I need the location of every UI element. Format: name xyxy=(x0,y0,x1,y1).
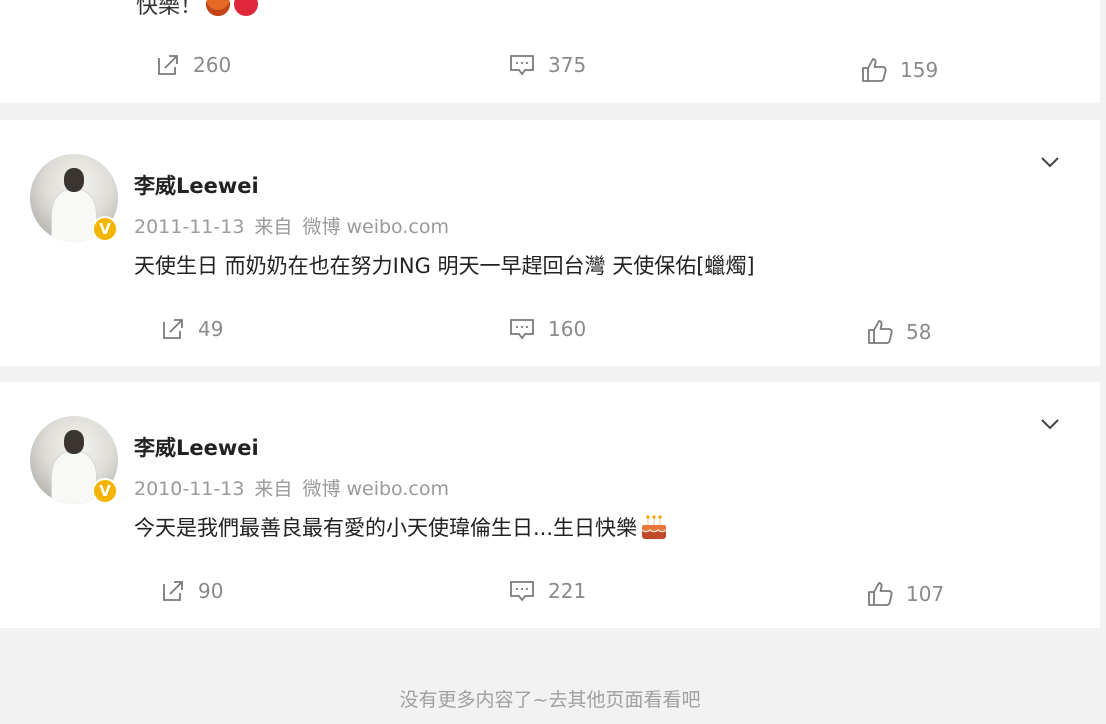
repost-icon xyxy=(158,55,178,75)
avatar-figure-head xyxy=(64,168,84,192)
avatar-figure-head xyxy=(64,430,84,454)
repost-button[interactable]: 90 xyxy=(160,578,223,604)
like-count: 107 xyxy=(906,582,945,606)
avatar-figure-body xyxy=(52,190,96,242)
repost-count: 260 xyxy=(193,53,232,77)
like-count: 58 xyxy=(906,320,932,344)
cake-emoji-icon xyxy=(641,515,667,539)
verified-badge-icon: V xyxy=(92,216,118,242)
comment-button[interactable]: 375 xyxy=(508,52,586,78)
heart-emoji-icon xyxy=(234,0,259,16)
chevron-down-icon[interactable] xyxy=(1038,412,1062,436)
like-button[interactable]: 159 xyxy=(860,56,938,84)
comment-button[interactable]: 221 xyxy=(508,578,586,604)
like-button[interactable]: 58 xyxy=(866,318,931,346)
thumbs-up-icon xyxy=(868,582,893,606)
post-text-content: 快樂！ xyxy=(136,0,203,19)
source-link[interactable]: 微博 weibo.com xyxy=(302,478,449,500)
cake-emoji-icon xyxy=(206,0,231,16)
repost-button[interactable]: 260 xyxy=(155,52,231,78)
feed-card: V 李威Leewei 2011-11-13 来自 微博 weibo.com 天使生日… xyxy=(0,120,1100,366)
post-text-content: 今天是我們最善良最有愛的小天使瑋倫生日...生日快樂 xyxy=(134,516,638,540)
repost-count: 49 xyxy=(198,317,224,341)
username-link[interactable]: 李威Leewei xyxy=(134,170,259,200)
post-meta: 2011-11-13 来自 微博 weibo.com xyxy=(134,212,459,239)
repost-icon xyxy=(163,581,183,601)
thumbs-up-icon xyxy=(868,320,893,344)
repost-icon xyxy=(163,319,183,339)
feed-card-top: 快樂！ 260 375 159 xyxy=(0,0,1100,103)
source-link[interactable]: 微博 weibo.com xyxy=(302,216,449,238)
source-prefix: 来自 xyxy=(254,216,293,238)
comment-count: 375 xyxy=(548,53,587,77)
feed-card: V 李威Leewei 2010-11-13 来自 微博 weibo.com 今天是我… xyxy=(0,382,1100,628)
comment-icon xyxy=(510,55,534,76)
comment-button[interactable]: 160 xyxy=(508,316,586,342)
comment-icon xyxy=(510,319,534,340)
post-text: 天使生日 而奶奶在也在努力ING 明天一早趕回台灣 天使保佑[蠟燭] xyxy=(134,254,755,278)
username-link[interactable]: 李威Leewei xyxy=(134,432,259,462)
comment-count: 221 xyxy=(548,579,587,603)
post-date: 2010-11-13 xyxy=(134,478,245,500)
avatar-figure-body xyxy=(52,452,96,504)
chevron-down-icon[interactable] xyxy=(1038,150,1062,174)
end-of-feed-message: 没有更多内容了~去其他页面看看吧 xyxy=(399,689,701,711)
like-button[interactable]: 107 xyxy=(866,580,944,608)
thumbs-up-icon xyxy=(862,58,887,82)
repost-count: 90 xyxy=(198,579,224,603)
comment-icon xyxy=(510,581,534,602)
source-prefix: 来自 xyxy=(254,478,293,500)
repost-button[interactable]: 49 xyxy=(160,316,223,342)
verified-badge-icon: V xyxy=(92,478,118,504)
comment-count: 160 xyxy=(548,317,587,341)
post-text: 今天是我們最善良最有愛的小天使瑋倫生日...生日快樂 xyxy=(134,512,669,542)
post-meta: 2010-11-13 来自 微博 weibo.com xyxy=(134,474,459,501)
post-date: 2011-11-13 xyxy=(134,216,245,238)
post-text: 快樂！ xyxy=(136,0,259,20)
like-count: 159 xyxy=(900,58,939,82)
